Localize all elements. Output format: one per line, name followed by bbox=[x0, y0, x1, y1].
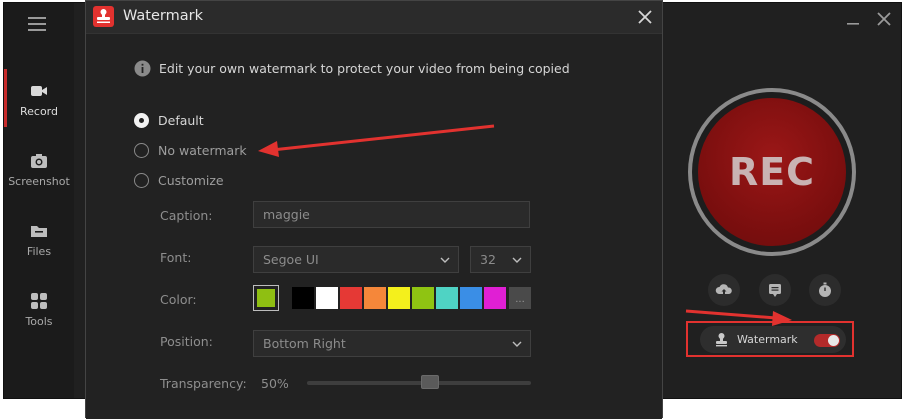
position-select-value: Bottom Right bbox=[263, 336, 346, 351]
sidebar-item-screenshot[interactable]: Screenshot bbox=[4, 137, 74, 199]
color-swatch[interactable] bbox=[340, 287, 362, 309]
rec-label: REC bbox=[728, 150, 816, 194]
notes-button[interactable] bbox=[759, 274, 791, 306]
color-swatch[interactable] bbox=[388, 287, 410, 309]
color-swatch[interactable] bbox=[460, 287, 482, 309]
info-text: Edit your own watermark to protect your … bbox=[159, 61, 570, 76]
dialog-body: Edit your own watermark to protect your … bbox=[86, 33, 662, 419]
font-size-value: 32 bbox=[480, 252, 496, 267]
font-size-select[interactable]: 32 bbox=[470, 246, 531, 273]
caption-label: Caption: bbox=[160, 208, 213, 223]
radio-dot bbox=[134, 143, 149, 158]
dialog-close-icon[interactable] bbox=[636, 8, 654, 26]
position-select[interactable]: Bottom Right bbox=[253, 330, 531, 357]
radio-dot bbox=[134, 113, 149, 128]
stamp-icon bbox=[716, 333, 727, 347]
radio-label: Default bbox=[158, 113, 204, 128]
radio-label: No watermark bbox=[158, 143, 247, 158]
menu-icon[interactable] bbox=[28, 17, 46, 31]
sidebar-item-label: Tools bbox=[25, 315, 53, 328]
sidebar-item-label: Files bbox=[26, 245, 52, 258]
camera-icon bbox=[31, 154, 47, 168]
radio-default[interactable]: Default bbox=[134, 113, 204, 128]
transparency-slider-track[interactable] bbox=[307, 381, 531, 385]
radio-no-watermark[interactable]: No watermark bbox=[134, 143, 247, 158]
dialog-title: Watermark bbox=[123, 8, 203, 24]
message-icon bbox=[769, 284, 781, 297]
radio-label: Customize bbox=[158, 173, 224, 188]
sidebar-item-tools[interactable]: Tools bbox=[4, 277, 74, 339]
stopwatch-icon bbox=[819, 282, 831, 297]
sidebar: Record Screenshot Files Tools bbox=[4, 3, 74, 398]
video-camera-icon bbox=[31, 86, 47, 96]
font-label: Font: bbox=[160, 250, 192, 265]
watermark-app-icon bbox=[93, 6, 114, 27]
radio-customize[interactable]: Customize bbox=[134, 173, 224, 188]
color-swatch[interactable] bbox=[292, 287, 314, 309]
chevron-down-icon bbox=[512, 257, 522, 263]
sidebar-item-label: Record bbox=[19, 105, 58, 118]
color-swatch[interactable] bbox=[316, 287, 338, 309]
watermark-dialog: Watermark Edit your own watermark to pro… bbox=[85, 0, 663, 419]
color-swatch[interactable] bbox=[412, 287, 434, 309]
color-swatch[interactable] bbox=[436, 287, 458, 309]
dialog-titlebar: Watermark bbox=[86, 1, 662, 33]
font-select[interactable]: Segoe UI bbox=[253, 246, 459, 273]
info-row: Edit your own watermark to protect your … bbox=[134, 60, 570, 77]
rec-button[interactable]: REC bbox=[698, 98, 846, 246]
radio-dot bbox=[134, 173, 149, 188]
timer-button[interactable] bbox=[809, 274, 841, 306]
current-color-fill bbox=[257, 289, 275, 307]
watermark-toggle[interactable] bbox=[814, 334, 840, 347]
more-colors-button[interactable]: ... bbox=[509, 287, 531, 309]
color-swatch[interactable] bbox=[364, 287, 386, 309]
font-select-value: Segoe UI bbox=[263, 252, 319, 267]
minimize-icon[interactable] bbox=[845, 11, 861, 27]
sidebar-item-label: Screenshot bbox=[8, 175, 70, 188]
position-label: Position: bbox=[160, 334, 213, 349]
transparency-label: Transparency: bbox=[160, 376, 247, 391]
sidebar-item-record[interactable]: Record bbox=[4, 67, 74, 129]
upload-button[interactable] bbox=[708, 274, 740, 306]
grid-tools-icon bbox=[31, 293, 47, 309]
watermark-pill-label: Watermark bbox=[737, 333, 798, 346]
info-icon bbox=[134, 60, 151, 77]
chevron-down-icon bbox=[512, 341, 522, 347]
color-swatch[interactable] bbox=[484, 287, 506, 309]
chevron-down-icon bbox=[440, 257, 450, 263]
close-icon[interactable] bbox=[876, 11, 892, 27]
cloud-upload-icon bbox=[715, 284, 732, 294]
sidebar-item-files[interactable]: Files bbox=[4, 207, 74, 269]
transparency-slider-thumb[interactable] bbox=[421, 375, 439, 389]
caption-input[interactable]: maggie bbox=[253, 201, 530, 228]
transparency-value: 50% bbox=[261, 376, 289, 391]
folder-icon bbox=[31, 226, 47, 237]
color-label: Color: bbox=[160, 292, 197, 307]
current-color-swatch[interactable] bbox=[253, 285, 279, 311]
